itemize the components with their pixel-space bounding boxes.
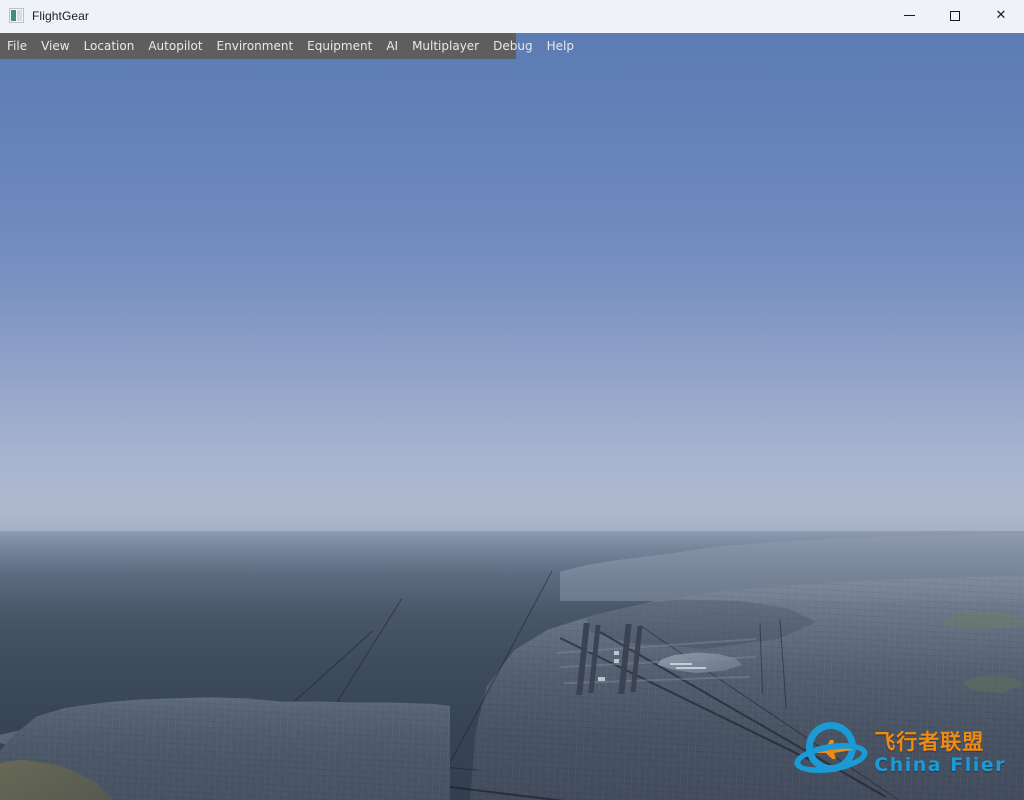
title-bar[interactable]: FlightGear ✕: [0, 0, 1024, 31]
menu-equipment[interactable]: Equipment: [300, 33, 379, 59]
menu-multiplayer[interactable]: Multiplayer: [405, 33, 486, 59]
close-icon: ✕: [995, 8, 1007, 23]
menu-bar[interactable]: File View Location Autopilot Environment Equi…: [0, 33, 574, 59]
menu-location[interactable]: Location: [77, 33, 142, 59]
maximize-button[interactable]: [932, 0, 978, 31]
menu-autopilot[interactable]: Autopilot: [141, 33, 209, 59]
menu-file[interactable]: File: [0, 33, 34, 59]
close-button[interactable]: ✕: [978, 0, 1024, 31]
flightgear-window: FlightGear ✕ 飞行者联盟 China Flier File View…: [0, 0, 1024, 800]
menu-view[interactable]: View: [34, 33, 76, 59]
window-controls: ✕: [886, 0, 1024, 31]
menu-help[interactable]: Help: [540, 33, 581, 59]
minimize-button[interactable]: [886, 0, 932, 31]
menu-environment[interactable]: Environment: [210, 33, 301, 59]
ground-and-ocean: [0, 531, 1024, 800]
flightgear-icon: [9, 8, 24, 23]
simulator-viewport[interactable]: 飞行者联盟 China Flier: [0, 33, 1024, 800]
menu-ai[interactable]: AI: [379, 33, 405, 59]
title-bar-left: FlightGear: [0, 8, 89, 23]
sky-gradient: [0, 33, 1024, 533]
maximize-icon: [950, 10, 960, 21]
menu-debug[interactable]: Debug: [486, 33, 539, 59]
window-title: FlightGear: [32, 8, 90, 23]
minimize-icon: [903, 15, 915, 16]
